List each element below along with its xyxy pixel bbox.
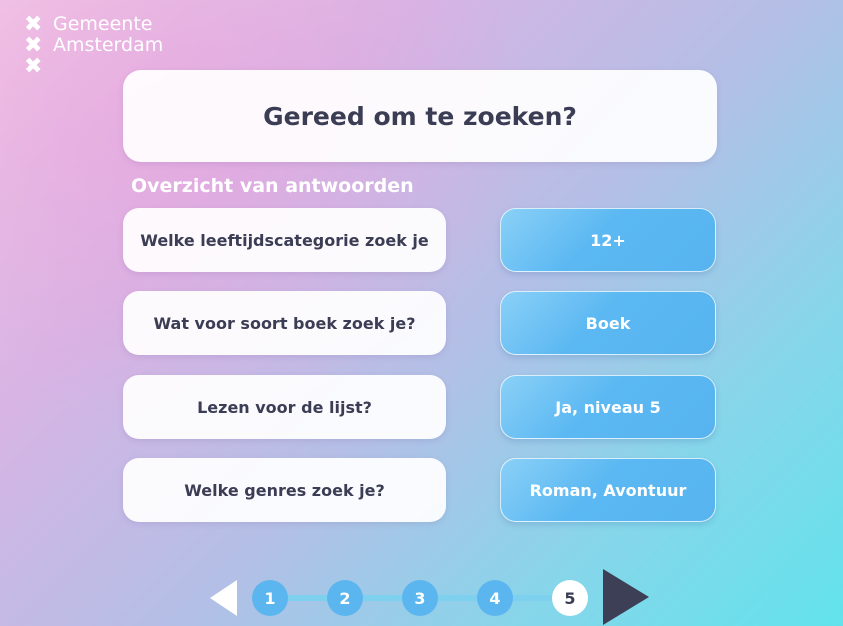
step-2-button[interactable]: 2 [327, 580, 363, 616]
title-card: Gereed om te zoeken? [123, 70, 717, 162]
logo-line-1: Gemeente [53, 13, 153, 35]
answer-button[interactable]: Boek [500, 291, 716, 355]
logo-crosses: ✖ ✖ ✖ [24, 12, 46, 79]
step-3-button[interactable]: 3 [402, 580, 438, 616]
answer-row: Lezen voor de lijst? Ja, niveau 5 [0, 375, 843, 439]
logo-cross-icon: ✖ [24, 54, 43, 79]
answer-row: Welke leeftijdscategorie zoek je 12+ [0, 208, 843, 272]
answer-row: Welke genres zoek je? Roman, Avontuur [0, 458, 843, 522]
step-1-button[interactable]: 1 [252, 580, 288, 616]
logo-wordmark: Gemeente Amsterdam [53, 14, 163, 56]
triangle-left-icon[interactable] [210, 580, 237, 616]
triangle-right-icon[interactable] [603, 569, 649, 625]
answer-row: Wat voor soort boek zoek je? Boek [0, 291, 843, 355]
step-4-button[interactable]: 4 [477, 580, 513, 616]
step-pagination: 1 2 3 4 5 [0, 566, 843, 626]
answer-button[interactable]: 12+ [500, 208, 716, 272]
answers-overview-heading: Overzicht van antwoorden [131, 175, 414, 197]
logo-line-2: Amsterdam [53, 34, 164, 56]
question-card: Wat voor soort boek zoek je? [123, 291, 446, 355]
question-card: Lezen voor de lijst? [123, 375, 446, 439]
logo-cross-icon: ✖ [24, 12, 43, 37]
question-card: Welke leeftijdscategorie zoek je [123, 208, 446, 272]
answer-button[interactable]: Ja, niveau 5 [500, 375, 716, 439]
step-5-button[interactable]: 5 [552, 580, 588, 616]
logo-cross-icon: ✖ [24, 33, 43, 58]
answer-button[interactable]: Roman, Avontuur [500, 458, 716, 522]
question-card: Welke genres zoek je? [123, 458, 446, 522]
page-title: Gereed om te zoeken? [263, 101, 577, 131]
